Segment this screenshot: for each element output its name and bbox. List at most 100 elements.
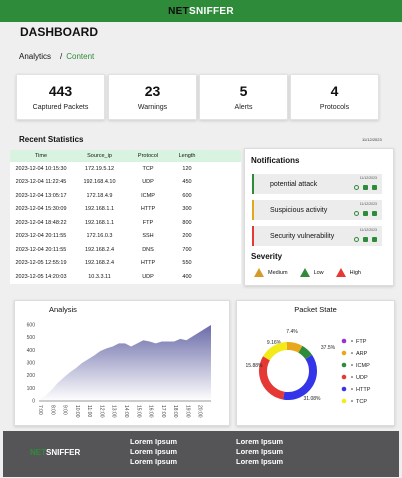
severity-title: Severity — [251, 252, 283, 261]
footer-link[interactable]: Lorem Ipsum — [130, 447, 177, 456]
view-icon[interactable] — [354, 237, 359, 242]
recent-statistics-table: Time Source_ip Protocol Length 2023-12-0… — [10, 150, 241, 284]
mail-icon[interactable] — [363, 237, 368, 242]
delete-icon[interactable] — [372, 237, 377, 242]
x-tick-label: 14:00 — [123, 405, 129, 418]
severity-medium: Medium — [254, 268, 288, 277]
cell-length: 550 — [182, 260, 192, 267]
legend-bullet — [351, 364, 353, 366]
footer-link[interactable]: Lorem Ipsum — [130, 437, 177, 446]
footer-link[interactable]: Lorem Ipsum — [236, 437, 283, 446]
stat-card-alerts: 5 Alerts — [199, 74, 288, 120]
y-tick-label: 200 — [27, 373, 36, 379]
table-row[interactable]: 2023-12-04 15:30:09 192.168.1.1 HTTP 300 — [10, 202, 241, 216]
cell-source-ip: 172.19.5.12 — [84, 165, 115, 172]
breadcrumb: Analytics / Content — [19, 52, 94, 61]
mail-icon[interactable] — [363, 185, 368, 190]
x-tick-label: 19:00 — [184, 405, 190, 418]
column-header-protocol[interactable]: Protocol — [127, 153, 169, 159]
column-header-length[interactable]: Length — [169, 153, 205, 159]
cell-time: 2023-12-04 11:22:45 — [15, 179, 67, 186]
mail-icon[interactable] — [363, 211, 368, 216]
cell-source-ip: 192.168.1.1 — [84, 206, 115, 213]
view-icon[interactable] — [354, 211, 359, 216]
table-row[interactable]: 2023-12-05 12:55:19 192.168.2.4 HTTP 550 — [10, 256, 241, 270]
table-row[interactable]: 2023-12-04 18:48:22 192.168.1.1 FTP 800 — [10, 216, 241, 230]
severity-label: High — [349, 269, 361, 276]
notification-item[interactable]: potential attack 11/12/2023 — [252, 174, 382, 194]
x-tick-label: 15:00 — [135, 405, 141, 418]
footer-links-col1: Lorem Ipsum Lorem Ipsum Lorem Ipsum — [130, 437, 177, 466]
delete-icon[interactable] — [372, 185, 377, 190]
severity-label: Low — [313, 269, 324, 276]
notification-text: potential attack — [270, 181, 318, 188]
legend-swatch — [341, 398, 347, 404]
stat-value: 23 — [144, 83, 161, 99]
table-body: 2023-12-04 10:15:30 172.19.5.12 TCP 120 2023… — [10, 162, 241, 284]
table-row[interactable]: 2023-12-04 10:15:30 172.19.5.12 TCP 120 — [10, 162, 241, 176]
cell-length: 450 — [182, 179, 192, 186]
slice-percent-label: 37.5% — [321, 345, 336, 351]
legend-swatch — [341, 362, 347, 368]
stat-value: 4 — [330, 83, 339, 99]
cell-source-ip: 172.18.4.9 — [86, 192, 113, 199]
breadcrumb-analytics[interactable]: Analytics — [19, 52, 51, 61]
cell-protocol: ICMP — [141, 192, 155, 199]
stat-card-warnings: 23 Warnings — [108, 74, 197, 120]
cell-protocol: TCP — [142, 165, 154, 172]
x-tick-label: 20:00 — [197, 405, 203, 418]
legend-label: HTTP — [356, 387, 371, 393]
legend-swatch — [341, 374, 347, 380]
cell-source-ip: 192.168.2.4 — [84, 260, 115, 267]
notifications-panel: Notifications potential attack 11/12/202… — [244, 148, 394, 286]
severity-low: Low — [299, 268, 324, 277]
footer-link[interactable]: Lorem Ipsum — [236, 457, 283, 466]
notification-item[interactable]: Security vulnerability 11/12/2023 — [252, 226, 382, 246]
slice-percent-label: 15.88% — [246, 363, 264, 369]
cell-time: 2023-12-05 12:55:19 — [15, 260, 67, 267]
column-header-time[interactable]: Time — [10, 153, 72, 159]
y-tick-label: 600 — [27, 323, 36, 329]
x-tick-label: 16:00 — [148, 405, 154, 418]
x-tick-label: 9:00 — [62, 405, 68, 415]
cell-length: 400 — [182, 273, 192, 280]
x-tick-label: 10:00 — [74, 405, 80, 418]
column-header-source-ip[interactable]: Source_ip — [72, 153, 127, 159]
footer-link[interactable]: Lorem Ipsum — [130, 457, 177, 466]
cell-length: 600 — [182, 192, 192, 199]
x-tick-label: 8:00 — [49, 405, 55, 415]
legend-label: TCP — [356, 399, 367, 405]
x-tick-label: 13:00 — [111, 405, 117, 418]
legend-swatch — [341, 386, 347, 392]
breadcrumb-content[interactable]: Content — [66, 52, 94, 61]
cell-source-ip: 192.168.2.4 — [84, 246, 115, 253]
severity-label: Medium — [268, 269, 288, 276]
notification-text: Security vulnerability — [270, 233, 335, 240]
x-tick-label: 12:00 — [98, 405, 104, 418]
cell-source-ip: 10.3.3.11 — [88, 273, 111, 280]
cell-time: 2023-12-04 20:11:55 — [15, 233, 67, 240]
notification-item[interactable]: Suspicious activity 11/12/2023 — [252, 200, 382, 220]
table-row[interactable]: 2023-12-04 13:05:17 172.18.4.9 ICMP 600 — [10, 189, 241, 203]
delete-icon[interactable] — [372, 211, 377, 216]
x-tick-label: 11:00 — [86, 405, 92, 417]
footer-link[interactable]: Lorem Ipsum — [236, 447, 283, 456]
cell-time: 2023-12-04 13:05:17 — [15, 192, 67, 199]
top-bar: NET SNIFFER — [0, 0, 402, 22]
y-tick-label: 400 — [27, 348, 36, 354]
table-row[interactable]: 2023-12-04 20:11:55 172.16.0.3 SSH 200 — [10, 229, 241, 243]
cell-time: 2023-12-04 20:11:55 — [15, 246, 67, 253]
table-row[interactable]: 2023-12-04 20:11:55 192.168.2.4 DNS 700 — [10, 243, 241, 257]
cell-length: 120 — [182, 165, 192, 172]
donut-slice — [263, 342, 288, 361]
legend-swatch — [341, 350, 347, 356]
stat-card-captured-packets: 443 Captured Packets — [16, 74, 105, 120]
cell-protocol: FTP — [142, 219, 154, 226]
legend-bullet — [351, 352, 353, 354]
table-row[interactable]: 2023-12-05 14:20:03 10.3.3.11 UDP 400 — [10, 270, 241, 284]
table-row[interactable]: 2023-12-04 11:22:45 192.168.4.10 UDP 450 — [10, 175, 241, 189]
cell-source-ip: 192.168.4.10 — [83, 179, 116, 186]
cell-time: 2023-12-04 15:30:09 — [15, 206, 67, 213]
view-icon[interactable] — [354, 185, 359, 190]
recent-statistics-title: Recent Statistics — [19, 135, 84, 144]
